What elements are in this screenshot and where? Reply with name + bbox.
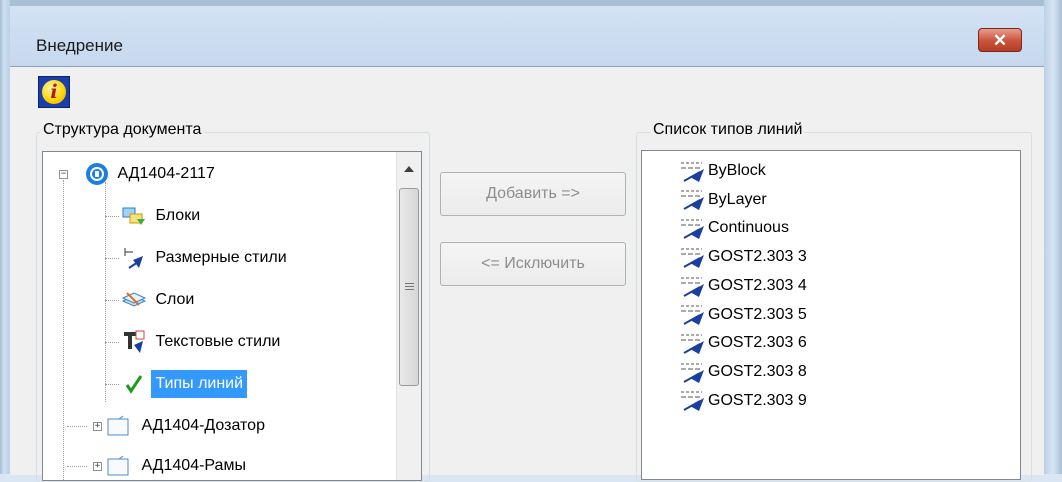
linetype-label: GOST2.303 6 — [708, 334, 807, 352]
tree-root-label: АД1404-2117 — [117, 165, 215, 182]
linetype-label: ByLayer — [708, 190, 767, 208]
scroll-up-arrow-icon[interactable] — [404, 166, 414, 172]
scroll-thumb[interactable] — [399, 188, 419, 386]
tree-item-linetypes[interactable]: Типы линий — [121, 370, 248, 398]
linetype-item[interactable]: GOST2.303 6 — [678, 329, 807, 356]
tree-line — [105, 342, 119, 343]
linetype-icon — [681, 219, 704, 240]
linetype-item[interactable]: GOST2.303 9 — [678, 387, 807, 414]
tree-line — [105, 258, 119, 259]
tree-item-label: АД1404-Рамы — [141, 457, 246, 474]
tree-item-label: Слои — [155, 291, 195, 308]
linetype-label: GOST2.303 8 — [708, 362, 807, 380]
linetype-label: GOST2.303 5 — [708, 305, 807, 323]
linetype-item[interactable]: GOST2.303 5 — [678, 301, 807, 328]
structure-tree[interactable]: − АД1404-2117 Блоки Размерные стили Слои… — [42, 151, 422, 481]
tree-item-blocks[interactable]: Блоки — [121, 202, 204, 230]
tree-line — [105, 216, 119, 217]
grip-icon — [405, 283, 414, 287]
linetypes-list[interactable]: ByBlock ByLayer Continuous GOST2.303 3 GOST2… — [641, 150, 1021, 480]
linetype-icon — [681, 162, 704, 182]
drawing-doc-icon — [86, 162, 108, 185]
blocks-icon — [122, 207, 145, 225]
info-icon: i — [38, 76, 70, 108]
grip-line — [405, 289, 414, 290]
expand-toggle[interactable]: + — [93, 462, 102, 471]
linetype-icon — [681, 391, 704, 412]
linetype-icon — [681, 363, 704, 383]
tree-item-label: Текстовые стили — [155, 333, 281, 350]
linetype-label: ByBlock — [708, 162, 766, 179]
window-frame-right — [1044, 0, 1062, 474]
linetype-icon — [681, 305, 704, 326]
tree-line — [67, 426, 87, 427]
linetype-item[interactable]: GOST2.303 4 — [678, 272, 807, 299]
linetype-icon — [681, 190, 704, 211]
linetype-icon — [681, 277, 704, 297]
tree-item-label: Размерные стили — [155, 249, 287, 266]
tree-item-label: Блоки — [155, 207, 201, 224]
tree-item-dimension-styles[interactable]: Размерные стили — [121, 244, 291, 272]
tree-node-ramy[interactable]: АД1404-Рамы — [105, 452, 250, 480]
tree-line — [105, 384, 119, 385]
add-button[interactable]: Добавить => — [440, 172, 626, 216]
linetype-item[interactable]: ByLayer — [678, 186, 767, 213]
tree-item-text-styles[interactable]: Текстовые стили — [121, 328, 284, 356]
linetype-label: GOST2.303 3 — [708, 248, 807, 266]
linetype-icon — [681, 334, 704, 354]
tree-item-label: АД1404-Дозатор — [141, 417, 265, 434]
linetype-item[interactable]: GOST2.303 3 — [678, 243, 807, 270]
tree-line — [67, 466, 87, 467]
expand-toggle[interactable]: + — [93, 422, 102, 431]
window-frame-left — [0, 0, 10, 474]
tree-root-node[interactable]: АД1404-2117 — [85, 160, 219, 188]
drawing-sheet-icon — [107, 415, 129, 436]
tree-line — [63, 180, 64, 480]
structure-label: Структура документа — [40, 121, 205, 139]
layers-icon — [121, 292, 147, 307]
tree-item-layers[interactable]: Слои — [121, 286, 198, 314]
tree-item-label: Типы линий — [151, 370, 248, 398]
linetype-label: GOST2.303 4 — [708, 276, 807, 294]
remove-button[interactable]: <= Исключить — [440, 242, 626, 286]
linetype-label: Continuous — [708, 219, 789, 237]
linetype-item[interactable]: GOST2.303 8 — [678, 358, 807, 385]
tree-line — [105, 300, 119, 301]
linetype-icon — [681, 248, 704, 268]
checkmark-icon — [125, 374, 143, 394]
drawing-sheet-icon — [107, 455, 129, 476]
text-styles-icon — [124, 330, 145, 353]
linetypes-label: Список типов линий — [650, 121, 806, 139]
linetype-item[interactable]: Continuous — [678, 214, 789, 241]
tree-node-dozator[interactable]: АД1404-Дозатор — [105, 412, 269, 440]
close-button[interactable]: ✕ — [978, 28, 1022, 52]
window-title: Внедрение — [36, 36, 123, 55]
root-collapse-toggle[interactable]: − — [59, 170, 68, 179]
linetype-item[interactable]: ByBlock — [678, 157, 766, 184]
tree-line — [105, 182, 106, 402]
info-glyph: i — [42, 80, 66, 104]
tree-scrollbar[interactable] — [396, 152, 421, 480]
linetype-label: GOST2.303 9 — [708, 391, 807, 409]
dimension-styles-icon — [124, 247, 143, 269]
